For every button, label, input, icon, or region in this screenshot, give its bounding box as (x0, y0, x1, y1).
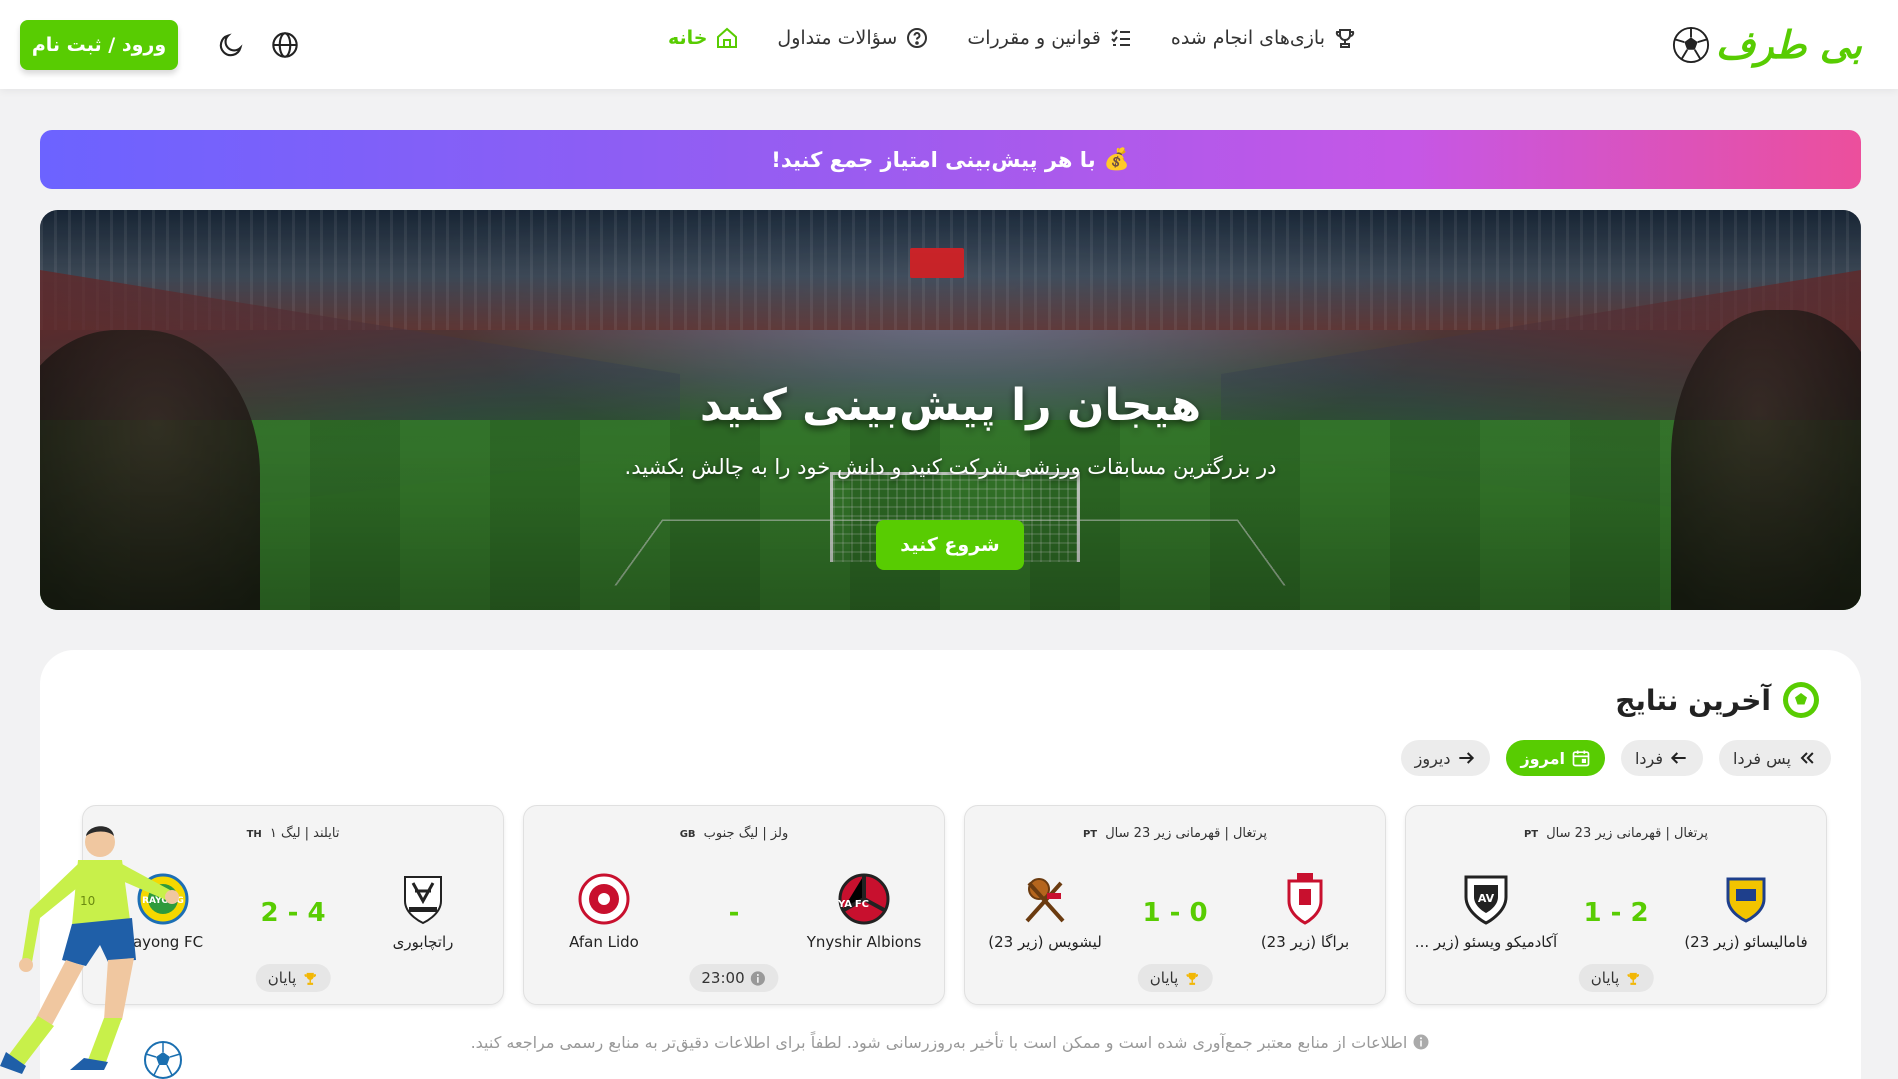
info-icon (1413, 1034, 1429, 1050)
match-status: 23:00 (689, 964, 779, 992)
match-status-label: پایان (1149, 969, 1179, 987)
country-code: PT (1523, 829, 1539, 840)
match-status-label: پایان (1590, 969, 1620, 987)
info-icon (751, 970, 766, 986)
nav-home-label: خانه (667, 27, 708, 49)
promo-banner: 💰 با هر پیش‌بینی امتیاز جمع کنید! (40, 130, 1861, 189)
calendar-icon (1572, 750, 1590, 767)
away-team-name: لیشویس (زیر 23) (988, 933, 1102, 951)
away-team: AV آکادمیکو ویسئو (زیر ... (1411, 871, 1561, 951)
disclaimer-text: اطلاعات از منابع معتبر جمع‌آوری شده است … (470, 1033, 1408, 1052)
team-crest-icon: AV (1464, 875, 1508, 925)
league-name: تایلند | لیگ ۱ (269, 826, 340, 841)
nav-played-games-label: بازی‌های انجام شده (1170, 27, 1325, 49)
match-status: پایان (1137, 964, 1213, 992)
football-player-illustration: 10 (0, 826, 182, 1079)
team-crest-icon (578, 873, 630, 925)
nav-rules[interactable]: قوانین و مقررات (967, 26, 1133, 50)
league-name: ولز | لیگ جنوب (703, 826, 789, 841)
nav-faq-label: سؤالات متداول (777, 27, 898, 49)
away-team-name: آکادمیکو ویسئو (زیر ... (1414, 933, 1558, 951)
hero-banner: هیجان را پیش‌بینی کنید در بزرگترین مسابق… (40, 210, 1861, 610)
tab-today-label: امروز (1520, 748, 1565, 768)
match-league: ولز | لیگ جنوب GB (524, 826, 944, 841)
home-team-name: براگا (زیر 23) (1260, 933, 1350, 951)
country-code: TH (246, 829, 262, 840)
league-name: پرتغال | قهرمانی زیر 23 سال (1546, 826, 1709, 841)
hero-title: هیجان را پیش‌بینی کنید (699, 380, 1202, 431)
league-name: پرتغال | قهرمانی زیر 23 سال (1105, 826, 1268, 841)
data-disclaimer: اطلاعات از منابع معتبر جمع‌آوری شده است … (40, 1033, 1861, 1052)
match-league: پرتغال | قهرمانی زیر 23 سال PT (965, 826, 1385, 841)
away-team: Afan Lido (529, 871, 679, 951)
logo-text: بی طرف (1715, 23, 1862, 67)
home-icon (717, 27, 738, 48)
results-header: آخرین نتایج (1615, 680, 1821, 720)
tab-tomorrow[interactable]: فردا (1620, 740, 1704, 776)
tab-day-after-tomorrow-label: پس فردا (1733, 748, 1791, 768)
start-button[interactable]: شروع کنید (876, 520, 1024, 570)
team-crest-icon (1025, 878, 1065, 923)
country-code: PT (1082, 829, 1098, 840)
top-header: بی طرف خانه سؤالات متداول قوانین و مقررا… (0, 0, 1898, 89)
match-status-label: 23:00 (701, 969, 745, 987)
match-status: پایان (1578, 964, 1654, 992)
list-check-icon (1111, 29, 1130, 46)
hero-subtitle: در بزرگترین مسابقات ورزشی شرکت کنید و دا… (624, 455, 1277, 479)
latest-results-panel: آخرین نتایج دیروز امروز فردا پس فردا پرت… (40, 650, 1861, 1079)
match-card[interactable]: پرتغال | قهرمانی زیر 23 سال PT فامالیسائ… (1405, 805, 1827, 1005)
trophy-icon (1335, 29, 1355, 48)
results-title: آخرین نتایج (1615, 683, 1771, 717)
globe-icon[interactable] (271, 31, 299, 59)
trophy-icon (303, 972, 316, 985)
match-card[interactable]: پرتغال | قهرمانی زیر 23 سال PT براگا (زی… (964, 805, 1386, 1005)
match-card[interactable]: ولز | لیگ جنوب GB YA FC Ynyshir Albions -… (523, 805, 945, 1005)
svg-text:AV: AV (1478, 892, 1495, 905)
tab-yesterday[interactable]: دیروز (1400, 740, 1491, 776)
tab-yesterday-label: دیروز (1414, 748, 1451, 768)
question-icon (907, 28, 928, 48)
away-team-name: Afan Lido (569, 933, 639, 951)
trophy-icon (1626, 972, 1639, 985)
soccer-ball-icon (1783, 682, 1819, 718)
match-status: پایان (255, 964, 331, 992)
nav-faq[interactable]: سؤالات متداول (777, 26, 929, 50)
day-tabs: دیروز امروز فردا پس فردا (1400, 740, 1831, 776)
home-team-name: راتچابوری (392, 933, 454, 951)
double-chevron-left-icon (1800, 752, 1814, 764)
match-status-label: پایان (267, 969, 297, 987)
main-nav: خانه سؤالات متداول قوانین و مقررات بازی‌… (668, 26, 1357, 50)
svg-text:10: 10 (80, 894, 95, 908)
home-team-name: Ynyshir Albions (806, 933, 922, 951)
promo-text: با هر پیش‌بینی امتیاز جمع کنید! (771, 147, 1096, 172)
match-league: پرتغال | قهرمانی زیر 23 سال PT (1406, 826, 1826, 841)
nav-rules-label: قوانین و مقررات (967, 27, 1101, 49)
country-code: GB (679, 829, 696, 840)
money-bag-icon: 💰 (1103, 147, 1130, 171)
arrow-left-icon (1670, 752, 1686, 764)
tab-day-after-tomorrow[interactable]: پس فردا (1719, 740, 1831, 776)
moon-icon[interactable] (217, 31, 245, 59)
arrow-right-icon (1459, 752, 1475, 764)
away-team: لیشویس (زیر 23) (970, 871, 1120, 951)
soccer-ball-icon (1672, 26, 1709, 64)
site-logo[interactable]: بی طرف (1672, 18, 1862, 72)
tab-tomorrow-label: فردا (1634, 748, 1664, 768)
tab-today[interactable]: امروز (1506, 740, 1605, 776)
home-team-name: فامالیسائو (زیر 23) (1684, 933, 1808, 951)
nav-played-games[interactable]: بازی‌های انجام شده (1171, 26, 1357, 50)
trophy-icon (1185, 972, 1198, 985)
login-register-button[interactable]: ورود / ثبت نام (20, 20, 178, 70)
nav-home[interactable]: خانه (668, 26, 739, 50)
